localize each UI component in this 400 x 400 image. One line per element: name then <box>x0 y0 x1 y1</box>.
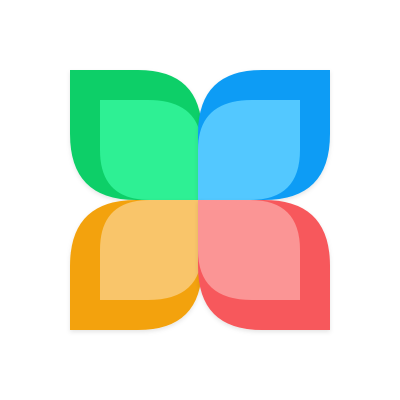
app-icon-canvas <box>0 0 400 400</box>
petal-bottom-left <box>70 200 202 330</box>
petal-top-left <box>70 70 202 200</box>
four-petal-flower-icon <box>70 70 330 330</box>
petal-bottom-left-inner <box>100 200 202 300</box>
petal-bottom-right-inner <box>198 200 300 300</box>
petal-top-right <box>198 70 330 200</box>
petal-top-left-inner <box>100 100 202 200</box>
petal-top-right-inner <box>198 100 300 200</box>
petal-bottom-right <box>198 200 330 330</box>
